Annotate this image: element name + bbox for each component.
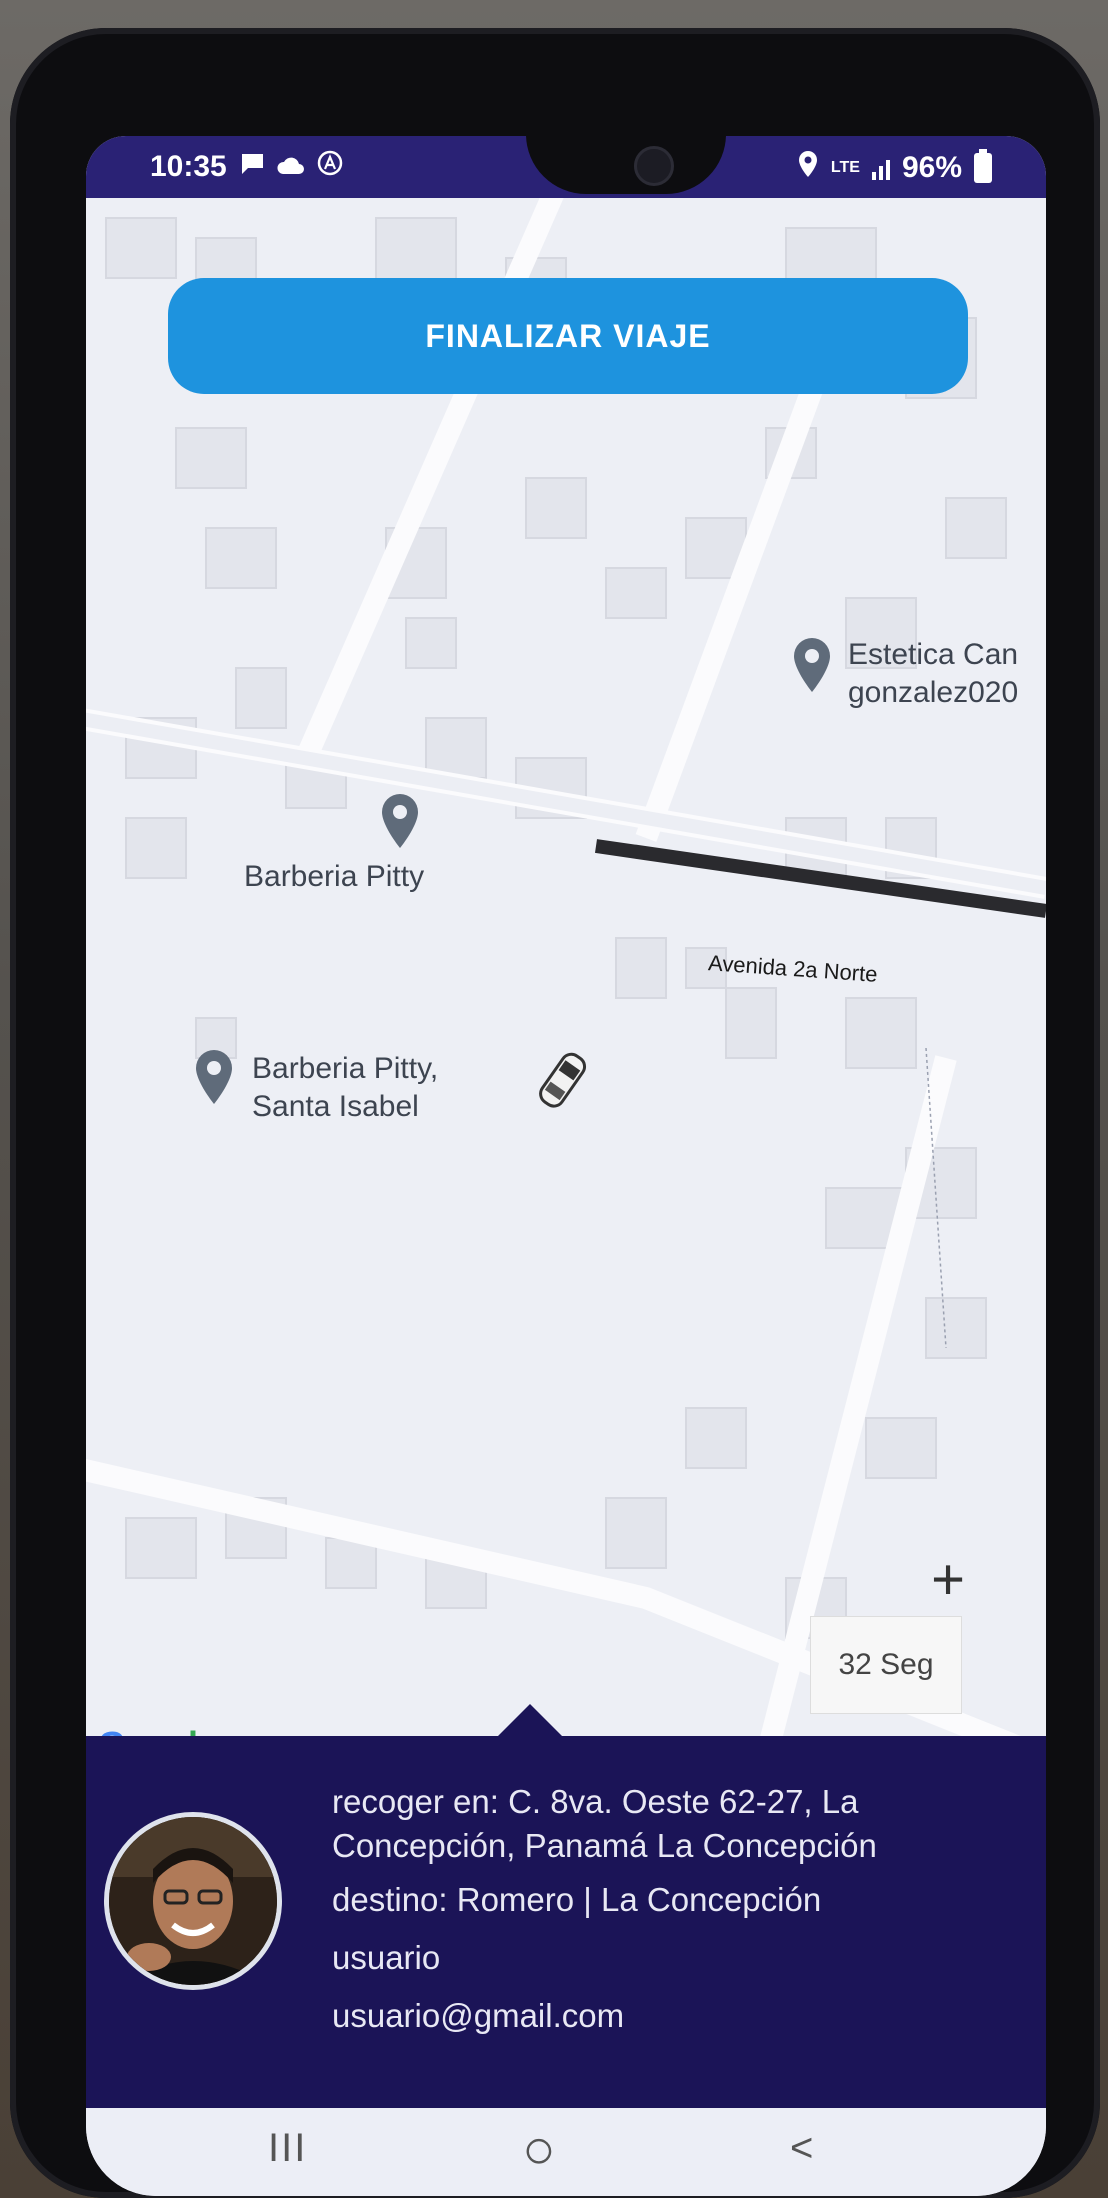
status-bar: 10:35 LTE 96% bbox=[86, 136, 1046, 198]
finalizar-viaje-button[interactable]: FINALIZAR VIAJE bbox=[168, 278, 968, 394]
poi-label: Estetica Can bbox=[848, 638, 1019, 671]
network-type: LTE bbox=[830, 159, 860, 176]
poi-estetica[interactable]: Estetica Can gonzalez020 bbox=[848, 636, 1018, 712]
battery-icon bbox=[974, 149, 992, 183]
poi-label: Santa Isabel bbox=[252, 1090, 419, 1123]
trip-timer: 32 Seg bbox=[810, 1616, 962, 1714]
map-view[interactable]: FINALIZAR VIAJE Estetica Can gonzalez020… bbox=[86, 198, 1046, 1758]
recents-button[interactable]: III bbox=[268, 2126, 307, 2171]
screen: 10:35 LTE 96% FINALIZAR VIAJE Estetica C… bbox=[86, 136, 1046, 2196]
poi-barberia-pitty[interactable]: Barberia Pitty bbox=[244, 858, 424, 896]
poi-label: gonzalez020 bbox=[848, 676, 1019, 709]
signal-icon bbox=[871, 156, 890, 180]
home-button[interactable]: ○ bbox=[522, 2116, 556, 2181]
battery-percent: 96% bbox=[901, 151, 962, 184]
user-name: usuario bbox=[332, 1939, 441, 1976]
destination: destino: Romero | La Concepción bbox=[332, 1881, 822, 1918]
cloud-icon bbox=[277, 150, 305, 184]
front-camera bbox=[634, 146, 674, 186]
user-avatar bbox=[104, 1812, 282, 1990]
user-email: usuario@gmail.com bbox=[332, 1997, 625, 2034]
location-icon bbox=[797, 150, 819, 186]
poi-label: Barberia Pitty bbox=[244, 860, 425, 893]
trip-info: recoger en: C. 8va. Oeste 62-27, La Conc… bbox=[332, 1780, 1022, 2052]
phone-frame: 10:35 LTE 96% FINALIZAR VIAJE Estetica C… bbox=[10, 28, 1100, 2198]
message-icon bbox=[239, 150, 265, 184]
pickup-address: recoger en: C. 8va. Oeste 62-27, La Conc… bbox=[332, 1783, 877, 1864]
camera-notch bbox=[526, 136, 726, 194]
status-time: 10:35 bbox=[150, 150, 227, 183]
poi-label: Barberia Pitty, bbox=[252, 1052, 439, 1085]
zoom-in-button[interactable]: + bbox=[918, 1551, 978, 1612]
map-tiles bbox=[86, 198, 1046, 1758]
poi-barberia-santa-isabel[interactable]: Barberia Pitty, Santa Isabel bbox=[252, 1050, 438, 1126]
back-button[interactable]: < bbox=[790, 2126, 813, 2171]
system-nav-bar: III ○ < bbox=[86, 2108, 1046, 2196]
panel-pointer bbox=[496, 1704, 564, 1738]
auto-icon bbox=[317, 150, 343, 184]
